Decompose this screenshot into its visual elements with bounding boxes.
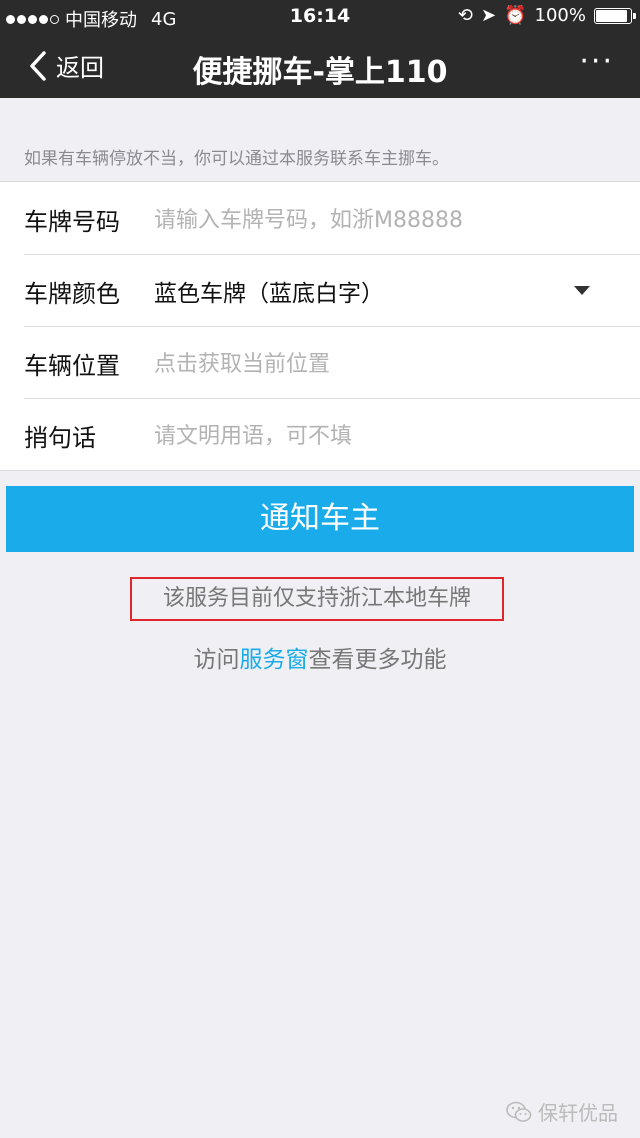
plate-number-input[interactable]: 请输入车牌号码，如浙M88888	[154, 202, 463, 234]
more-link-prefix: 访问	[193, 647, 240, 673]
more-menu-button[interactable]: ···	[579, 47, 614, 77]
watermark-text: 保轩优品	[538, 1101, 618, 1125]
move-car-form: 车牌号码 请输入车牌号码，如浙M88888 车牌颜色 蓝色车牌（蓝底白字） 车辆…	[0, 181, 640, 471]
message-row[interactable]: 捎句话 请文明用语，可不填	[0, 398, 640, 470]
plate-color-label: 车牌颜色	[24, 280, 120, 308]
battery-percent: 100%	[534, 5, 586, 26]
notify-owner-button[interactable]: 通知车主	[6, 486, 634, 552]
plate-color-select[interactable]: 蓝色车牌（蓝底白字）	[154, 274, 384, 308]
service-window-link[interactable]: 服务窗	[240, 647, 309, 673]
location-arrow-icon: ➤	[481, 5, 497, 26]
alarm-icon: ⏰	[504, 5, 527, 26]
plate-number-row[interactable]: 车牌号码 请输入车牌号码，如浙M88888	[0, 182, 640, 254]
rotation-lock-icon: ⟲	[457, 5, 474, 26]
more-link-suffix: 查看更多功能	[308, 647, 447, 673]
plate-number-label: 车牌号码	[24, 208, 120, 236]
status-bar: 中国移动 4G 16:14 ⟲ ➤ ⏰ 100%	[0, 0, 640, 32]
message-label: 捎句话	[24, 424, 96, 452]
nav-bar: 返回 便捷挪车-掌上110 ···	[0, 32, 640, 98]
status-right: ⟲ ➤ ⏰ 100%	[457, 5, 636, 26]
dropdown-arrow-icon[interactable]	[574, 286, 590, 295]
plate-color-row[interactable]: 车牌颜色 蓝色车牌（蓝底白字）	[0, 254, 640, 326]
watermark: 保轩优品	[506, 1097, 618, 1126]
service-notice: 该服务目前仅支持浙江本地车牌	[130, 577, 504, 621]
wechat-icon	[506, 1101, 532, 1122]
location-row[interactable]: 车辆位置 点击获取当前位置	[0, 326, 640, 398]
location-label: 车辆位置	[24, 352, 120, 380]
page-title: 便捷挪车-掌上110	[192, 55, 448, 90]
message-input[interactable]: 请文明用语，可不填	[154, 418, 352, 450]
more-features-text: 访问服务窗查看更多功能	[0, 640, 640, 674]
battery-icon	[594, 7, 636, 24]
location-input[interactable]: 点击获取当前位置	[154, 346, 330, 378]
intro-text: 如果有车辆停放不当，你可以通过本服务联系车主挪车。	[24, 149, 449, 169]
